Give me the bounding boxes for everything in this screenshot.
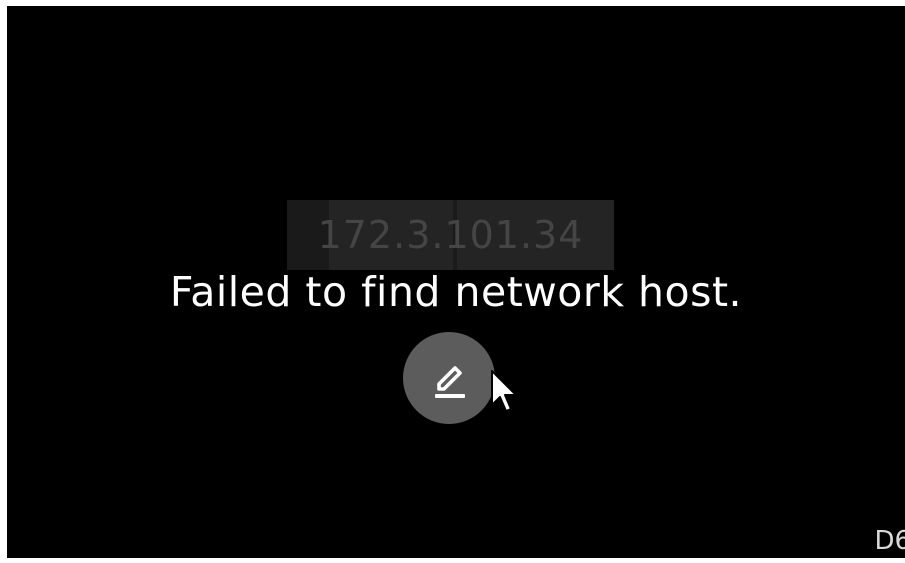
remote-screen-view: 172.3.101.34 Failed to find network host…	[7, 6, 905, 558]
corner-label: D6	[874, 526, 905, 556]
mouse-pointer-icon	[491, 370, 517, 412]
host-address-display: 172.3.101.34	[287, 200, 614, 270]
error-message: Failed to find network host.	[169, 268, 743, 316]
pencil-edit-icon	[435, 366, 465, 398]
host-address-text: 172.3.101.34	[317, 213, 584, 257]
edit-host-button[interactable]	[403, 332, 495, 424]
